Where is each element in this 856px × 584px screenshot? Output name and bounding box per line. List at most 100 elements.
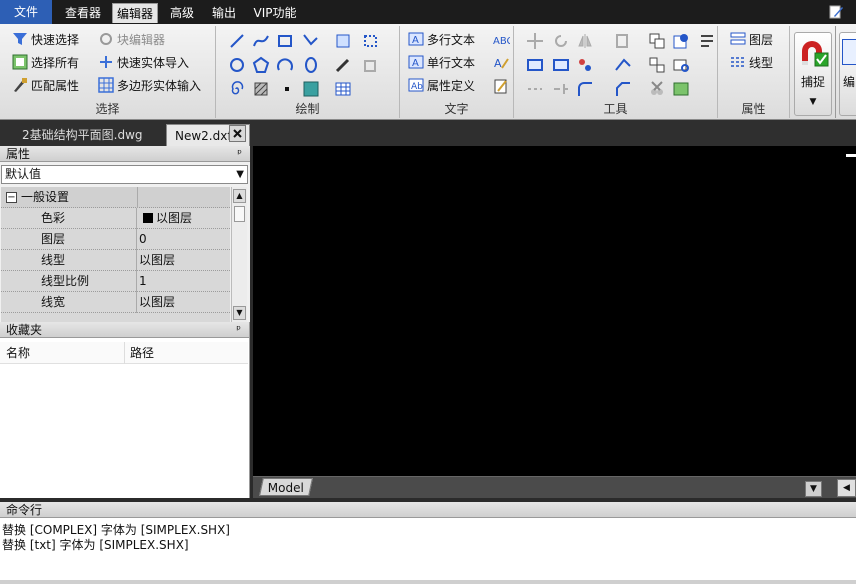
menu-viewer[interactable]: 查看器 <box>60 3 106 23</box>
text-notepad-icon[interactable] <box>492 77 510 95</box>
match-properties-button[interactable]: 匹配属性 <box>12 76 79 96</box>
layer-tool-icon[interactable] <box>672 80 690 98</box>
property-value[interactable]: 以图层 <box>139 292 230 313</box>
select-all-icon <box>12 54 28 70</box>
property-value[interactable]: 0 <box>139 229 230 250</box>
copy-tool-icon[interactable] <box>362 56 380 74</box>
select-all-button[interactable]: 选择所有 <box>12 53 79 73</box>
ellipse-tool-icon[interactable] <box>302 56 320 74</box>
cut-tool-icon[interactable] <box>648 80 666 98</box>
circle-tool-icon[interactable] <box>228 56 246 74</box>
stretch-tool-icon[interactable] <box>526 56 544 74</box>
favorites-panel: 收藏夹 ᵖ 名称 路径 <box>0 322 250 498</box>
array-tool-icon[interactable] <box>614 32 632 50</box>
snap-group: 捕捉 ▼ <box>790 26 836 118</box>
tab-model[interactable]: Model <box>259 478 313 496</box>
fillet-tool-icon[interactable] <box>576 80 594 98</box>
group-objects-icon[interactable] <box>648 56 666 74</box>
scroll-up-icon[interactable]: ▲ <box>233 189 246 203</box>
property-row-lineweight[interactable]: 线宽 以图层 <box>1 292 230 313</box>
move-tool-icon[interactable] <box>526 32 544 50</box>
scroll-down-icon[interactable]: ▼ <box>233 306 246 320</box>
property-scrollbar[interactable]: ▲ ▼ <box>231 187 247 322</box>
pin-icon[interactable]: ᵖ <box>236 322 241 338</box>
mtext-button[interactable]: A 多行文本 <box>408 30 475 50</box>
scroll-thumb[interactable] <box>234 206 245 222</box>
menu-file[interactable]: 文件 <box>0 0 52 24</box>
snap-button[interactable]: 捕捉 ▼ <box>794 32 832 116</box>
draw-group-label: 绘制 <box>295 102 320 116</box>
tab-document-1[interactable]: 2基础结构平面图.dwg <box>14 124 166 146</box>
single-text-button[interactable]: A 单行文本 <box>408 53 475 73</box>
trim-tool-icon[interactable] <box>614 56 632 74</box>
mirror-tool-icon[interactable] <box>576 32 594 50</box>
menu-advanced[interactable]: 高级 <box>166 3 198 23</box>
polygon-entity-input-button[interactable]: 多边形实体输入 <box>98 76 201 96</box>
rectangle-tool-icon[interactable] <box>276 32 294 50</box>
image-tool-icon[interactable] <box>302 80 320 98</box>
text-style-icon[interactable]: ABC <box>492 31 514 49</box>
dimension-tool-icon[interactable] <box>302 32 320 50</box>
tools-group-label: 工具 <box>603 102 628 116</box>
layout-dropdown-icon[interactable]: ▼ <box>805 481 822 497</box>
properties-group: 图层 线型 属性 <box>718 26 790 118</box>
link-objects-icon[interactable] <box>672 56 690 74</box>
spline-tool-icon[interactable] <box>334 56 352 74</box>
block-editor-button[interactable]: 块编辑器 <box>98 30 165 50</box>
scroll-left-icon[interactable]: ◀ <box>837 479 856 497</box>
layers-icon <box>730 31 746 47</box>
menu-output[interactable]: 输出 <box>206 3 242 23</box>
layer-button[interactable]: 图层 <box>730 30 773 50</box>
attribute-icon: Ab <box>408 77 424 93</box>
menu-vip[interactable]: VIP功能 <box>250 3 300 23</box>
properties-panel-title: 属性 ᵖ <box>0 146 250 162</box>
copy-objects-icon[interactable] <box>648 32 666 50</box>
snap-dropdown-arrow-icon[interactable]: ▼ <box>795 97 831 107</box>
drawing-canvas[interactable] <box>253 146 856 476</box>
line-tool-icon[interactable] <box>228 32 246 50</box>
rotate-tool-icon[interactable] <box>552 32 570 50</box>
text-edit-icon[interactable]: A <box>492 54 510 72</box>
property-row-linetype[interactable]: 线型 以图层 <box>1 250 230 271</box>
linetype-button[interactable]: 线型 <box>730 53 773 73</box>
property-value[interactable]: 以图层 <box>139 250 230 271</box>
attribute-definition-button[interactable]: Ab 属性定义 <box>408 76 475 96</box>
edit-button[interactable]: 编 <box>839 32 856 116</box>
menu-editor[interactable]: 编辑器 <box>112 3 158 23</box>
section-header-general[interactable]: − 一般设置 <box>1 187 230 208</box>
property-row-linetype-scale[interactable]: 线型比例 1 <box>1 271 230 292</box>
command-input-bar[interactable] <box>0 580 856 584</box>
quick-entity-import-button[interactable]: 快速实体导入 <box>98 53 189 73</box>
hatch-tool-icon[interactable] <box>252 80 270 98</box>
chamfer-tool-icon[interactable] <box>614 80 632 98</box>
polyline-tool-icon[interactable] <box>252 32 270 50</box>
block-insert-icon[interactable] <box>672 32 690 50</box>
break-tool-icon[interactable] <box>552 80 570 98</box>
table-tool-icon[interactable] <box>334 80 352 98</box>
polygon-tool-icon[interactable] <box>252 56 270 74</box>
arc-tool-icon[interactable] <box>276 56 294 74</box>
point-tool-icon[interactable] <box>278 80 296 98</box>
edit-pen-icon[interactable] <box>828 4 844 20</box>
quick-select-button[interactable]: 快速选择 <box>12 30 79 50</box>
properties-group-label: 属性 <box>741 102 766 116</box>
column-header-path[interactable]: 路径 <box>130 344 154 362</box>
scale-tool-icon[interactable] <box>552 56 570 74</box>
property-value[interactable]: 以图层 <box>139 208 230 229</box>
property-preset-select[interactable]: 默认值 ▼ <box>1 165 248 184</box>
divide-tool-icon[interactable] <box>526 80 544 98</box>
pin-icon[interactable]: ᵖ <box>237 146 242 162</box>
explode-tool-icon[interactable] <box>576 56 594 74</box>
column-header-name[interactable]: 名称 <box>6 344 30 362</box>
property-value[interactable]: 1 <box>139 271 230 292</box>
properties-list-icon[interactable] <box>698 32 716 50</box>
property-row-layer[interactable]: 图层 0 <box>1 229 230 250</box>
insert-block-icon[interactable] <box>334 32 352 50</box>
spiral-tool-icon[interactable] <box>228 80 246 98</box>
property-name: 线宽 <box>1 292 137 313</box>
linetype-icon <box>730 54 746 70</box>
property-row-color[interactable]: 色彩 以图层 <box>1 208 230 229</box>
region-tool-icon[interactable] <box>362 32 380 50</box>
close-tab-button[interactable] <box>229 125 246 142</box>
collapse-icon[interactable]: − <box>6 192 17 203</box>
